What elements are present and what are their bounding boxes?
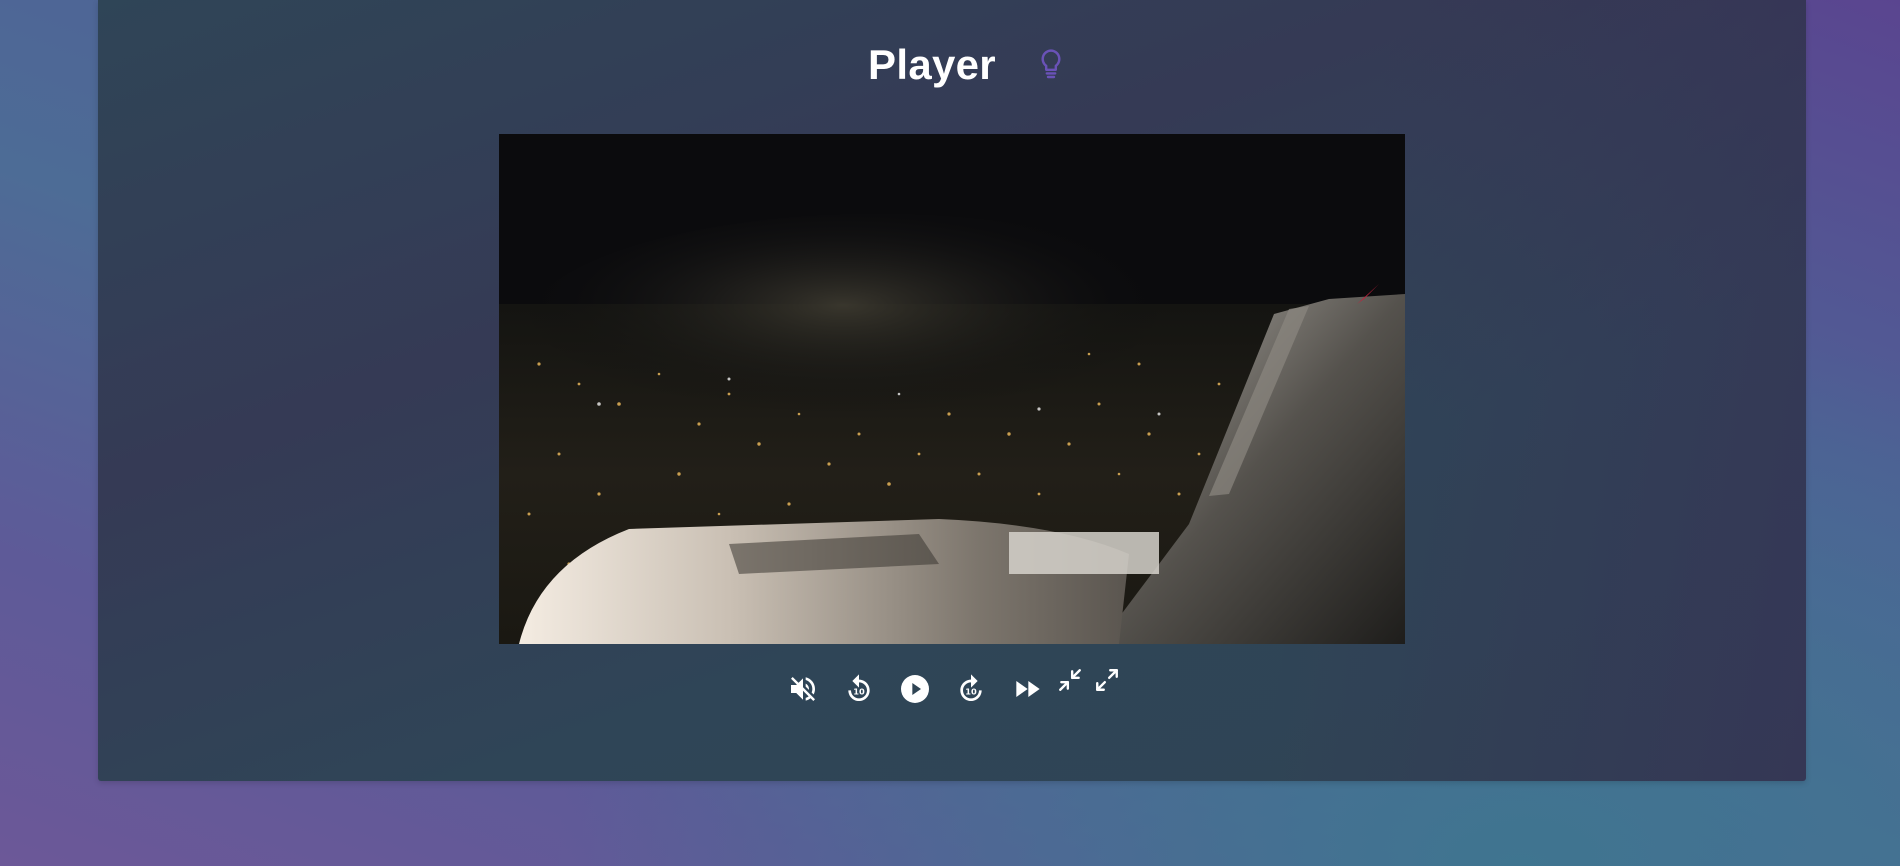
video-frame[interactable] (499, 134, 1405, 644)
fast-forward-icon[interactable] (1011, 673, 1043, 705)
svg-text:10: 10 (853, 687, 865, 697)
page-title: Player (868, 41, 996, 88)
player-header: Player (98, 38, 1806, 92)
fullscreen-icon[interactable] (1094, 667, 1120, 693)
replay-10-icon[interactable]: 10 (843, 673, 875, 705)
fullscreen-exit-icon[interactable] (1057, 667, 1083, 693)
play-circle-icon[interactable] (899, 673, 931, 705)
volume-off-icon[interactable] (787, 673, 819, 705)
forward-10-icon[interactable]: 10 (955, 673, 987, 705)
svg-text:10: 10 (965, 687, 977, 697)
player-controls: 10 10 (98, 669, 1806, 709)
player-card: Player 10 10 (98, 0, 1806, 781)
lightbulb-icon[interactable] (1036, 47, 1066, 83)
